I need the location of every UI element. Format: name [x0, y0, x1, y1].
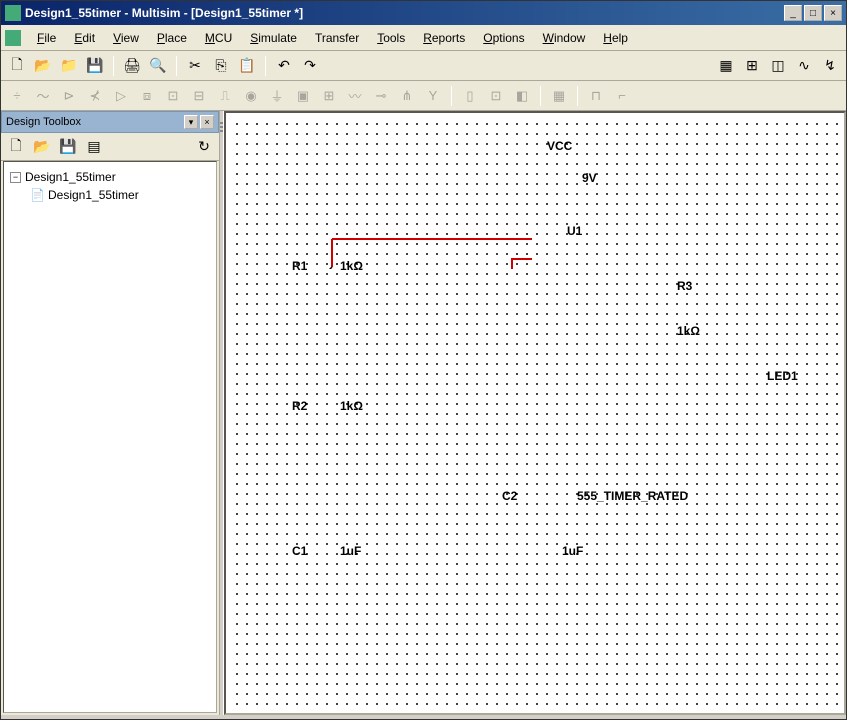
- comp-mcu-icon[interactable]: ▯: [458, 84, 482, 108]
- schematic-icon: 📄: [30, 188, 44, 202]
- comp-em-icon[interactable]: ⊸: [369, 84, 393, 108]
- tree-root-label: Design1_55timer: [25, 170, 116, 184]
- undo-icon[interactable]: ↶: [272, 54, 296, 78]
- probe-icon[interactable]: ↯: [818, 54, 842, 78]
- comp-transistor-icon[interactable]: ⊀: [83, 84, 107, 108]
- toolbox-refresh-icon[interactable]: ↻: [193, 136, 215, 158]
- design-toolbox-panel: Design Toolbox ▾ × 🗋 📂 💾 ▤ ↻ − Design1_5…: [1, 111, 219, 715]
- c2-value[interactable]: 1uF: [562, 544, 583, 558]
- c2-name[interactable]: C2: [502, 489, 517, 503]
- menubar: File Edit View Place MCU Simulate Transf…: [1, 25, 846, 51]
- u1-label[interactable]: U1: [567, 224, 582, 238]
- new-icon[interactable]: 🗋: [5, 54, 29, 78]
- minimize-button[interactable]: _: [784, 5, 802, 21]
- menu-help[interactable]: Help: [595, 28, 636, 48]
- menu-place[interactable]: Place: [149, 28, 195, 48]
- menu-mcu[interactable]: MCU: [197, 28, 240, 48]
- ic-name[interactable]: 555_TIMER_RATED: [577, 489, 688, 503]
- menu-edit[interactable]: Edit: [66, 28, 103, 48]
- comp-cmos-icon[interactable]: ⊡: [161, 84, 185, 108]
- design-toolbox-title: Design Toolbox: [6, 116, 81, 128]
- comp-analog-icon[interactable]: ▷: [109, 84, 133, 108]
- tree-root[interactable]: − Design1_55timer: [10, 168, 210, 186]
- stop-icon[interactable]: ⌐: [610, 84, 634, 108]
- comp-power-icon[interactable]: ⏚: [265, 84, 289, 108]
- oscope-icon[interactable]: ∿: [792, 54, 816, 78]
- print-preview-icon[interactable]: 🔍: [146, 54, 170, 78]
- pause-icon[interactable]: ⊓: [584, 84, 608, 108]
- grapher-icon[interactable]: ▦: [714, 54, 738, 78]
- menu-simulate[interactable]: Simulate: [242, 28, 305, 48]
- cut-icon[interactable]: ✂: [183, 54, 207, 78]
- spreadsheet-icon[interactable]: ⊞: [740, 54, 764, 78]
- design-toolbox-toolbar: 🗋 📂 💾 ▤ ↻: [1, 133, 219, 161]
- schematic-canvas-frame: VCC 9V U1 R1 1kΩ R2 1kΩ R3 1kΩ LED1 C1 1…: [224, 111, 846, 715]
- comp-advanced-icon[interactable]: ⊞: [317, 84, 341, 108]
- tree-child-label: Design1_55timer: [48, 188, 139, 202]
- paste-icon[interactable]: 📋: [235, 54, 259, 78]
- toolbox-new-icon[interactable]: 🗋: [5, 136, 27, 158]
- menu-window[interactable]: Window: [535, 28, 594, 48]
- c1-value[interactable]: 1uF: [340, 544, 361, 558]
- schematic-canvas[interactable]: VCC 9V U1 R1 1kΩ R2 1kΩ R3 1kΩ LED1 C1 1…: [232, 119, 838, 707]
- comp-basic-icon[interactable]: ～: [31, 84, 55, 108]
- tree-child-design[interactable]: 📄 Design1_55timer: [30, 186, 210, 204]
- comp-ttl-icon[interactable]: ⧈: [135, 84, 159, 108]
- menu-reports[interactable]: Reports: [415, 28, 473, 48]
- save-icon[interactable]: 💾: [83, 54, 107, 78]
- window-title: Design1_55timer - Multisim - [Design1_55…: [25, 6, 784, 20]
- menu-transfer[interactable]: Transfer: [307, 28, 367, 48]
- vcc-label[interactable]: VCC: [547, 139, 572, 153]
- redo-icon[interactable]: ↷: [298, 54, 322, 78]
- vcc-value[interactable]: 9V: [582, 171, 597, 185]
- panel-dropdown-icon[interactable]: ▾: [184, 115, 198, 129]
- r3-name[interactable]: R3: [677, 279, 692, 293]
- doc-icon: [5, 30, 21, 46]
- r2-value[interactable]: 1kΩ: [340, 399, 363, 413]
- print-icon[interactable]: 🖨: [120, 54, 144, 78]
- comp-indicator-icon[interactable]: ◉: [239, 84, 263, 108]
- menu-options[interactable]: Options: [475, 28, 532, 48]
- open-design-icon[interactable]: 📁: [57, 54, 81, 78]
- toolbox-sheet-icon[interactable]: ▤: [83, 136, 105, 158]
- instrument-icon[interactable]: ◫: [766, 54, 790, 78]
- comp-mixed-icon[interactable]: ⎍: [213, 84, 237, 108]
- app-icon: [5, 5, 21, 21]
- toolbar-components: ÷ ～ ⊳ ⊀ ▷ ⧈ ⊡ ⊟ ⎍ ◉ ⏚ ▣ ⊞ 〰 ⊸ ⋔ Y ▯ ⊡ ◧ …: [1, 81, 846, 111]
- titlebar: Design1_55timer - Multisim - [Design1_55…: [1, 1, 846, 25]
- run-icon[interactable]: ▦: [547, 84, 571, 108]
- toolbox-save-icon[interactable]: 💾: [57, 136, 79, 158]
- comp-hier-icon[interactable]: ⊡: [484, 84, 508, 108]
- comp-bus-icon[interactable]: ◧: [510, 84, 534, 108]
- design-toolbox-header: Design Toolbox ▾ ×: [1, 111, 219, 133]
- c1-name[interactable]: C1: [292, 544, 307, 558]
- menu-view[interactable]: View: [105, 28, 147, 48]
- menu-tools[interactable]: Tools: [369, 28, 413, 48]
- content-area: Design Toolbox ▾ × 🗋 📂 💾 ▤ ↻ − Design1_5…: [1, 111, 846, 715]
- toolbox-open-icon[interactable]: 📂: [31, 136, 53, 158]
- copy-icon[interactable]: ⎘: [209, 54, 233, 78]
- comp-connector-icon[interactable]: Y: [421, 84, 445, 108]
- comp-diode-icon[interactable]: ⊳: [57, 84, 81, 108]
- comp-misc-icon[interactable]: ⊟: [187, 84, 211, 108]
- panel-close-icon[interactable]: ×: [200, 115, 214, 129]
- led1-name[interactable]: LED1: [767, 369, 798, 383]
- window-controls: _ □ ×: [784, 5, 842, 21]
- open-icon[interactable]: 📂: [31, 54, 55, 78]
- toolbar-standard: 🗋 📂 📁 💾 🖨 🔍 ✂ ⎘ 📋 ↶ ↷ ▦ ⊞ ◫ ∿ ↯: [1, 51, 846, 81]
- maximize-button[interactable]: □: [804, 5, 822, 21]
- menu-file[interactable]: File: [29, 28, 64, 48]
- r2-name[interactable]: R2: [292, 399, 307, 413]
- comp-misc2-icon[interactable]: ▣: [291, 84, 315, 108]
- design-tree[interactable]: − Design1_55timer 📄 Design1_55timer: [3, 161, 217, 713]
- collapse-icon[interactable]: −: [10, 172, 21, 183]
- close-button[interactable]: ×: [824, 5, 842, 21]
- r3-value[interactable]: 1kΩ: [677, 324, 700, 338]
- comp-rf-icon[interactable]: 〰: [343, 84, 367, 108]
- comp-source-icon[interactable]: ÷: [5, 84, 29, 108]
- comp-ni-icon[interactable]: ⋔: [395, 84, 419, 108]
- schematic-svg: VCC RST DIS THR TRI CON GND OUT: [232, 119, 532, 269]
